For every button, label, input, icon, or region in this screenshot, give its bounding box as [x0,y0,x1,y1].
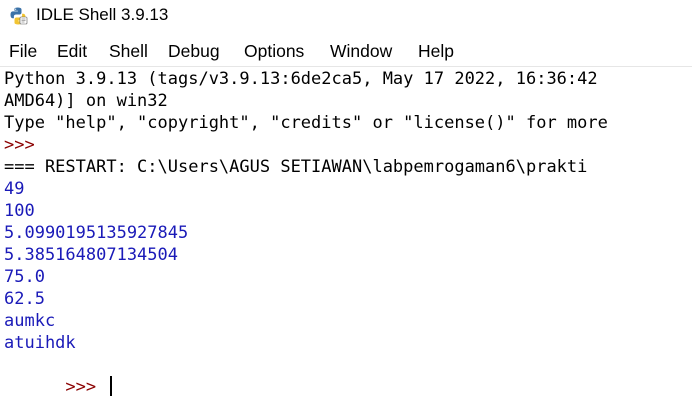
text-cursor [110,376,113,396]
shell-prompt: >>> [4,135,35,155]
input-line[interactable]: >>> [4,354,113,397]
output-line: atuihdk [4,333,76,353]
banner-line: Python 3.9.13 (tags/v3.9.13:6de2ca5, May… [4,69,598,89]
shell-text-area[interactable]: Python 3.9.13 (tags/v3.9.13:6de2ca5, May… [0,66,692,410]
title-bar: IDLE Shell 3.9.13 [0,0,692,34]
python-icon [10,7,28,25]
menu-help[interactable]: Help [418,41,454,62]
banner-line: AMD64)] on win32 [4,91,168,111]
idle-shell-window: IDLE Shell 3.9.13 File Edit Shell Debug … [0,0,692,410]
output-line: 62.5 [4,289,45,309]
output-line: 75.0 [4,267,45,287]
output-line: 5.385164807134504 [4,245,178,265]
restart-line: === RESTART: C:\Users\AGUS SETIAWAN\labp… [4,157,588,177]
menu-options[interactable]: Options [244,41,304,62]
banner-line: Type "help", "copyright", "credits" or "… [4,113,608,133]
menu-bar: File Edit Shell Debug Options Window Hel… [0,38,692,66]
menu-edit[interactable]: Edit [57,41,87,62]
menu-window[interactable]: Window [330,41,392,62]
output-line: aumkc [4,311,56,331]
output-line: 49 [4,179,25,199]
menu-debug[interactable]: Debug [168,41,220,62]
menu-file[interactable]: File [9,41,37,62]
menu-shell[interactable]: Shell [109,41,148,62]
output-line: 100 [4,201,35,221]
shell-prompt: >>> [65,377,107,397]
window-title: IDLE Shell 3.9.13 [36,5,169,24]
output-line: 5.0990195135927845 [4,223,189,243]
